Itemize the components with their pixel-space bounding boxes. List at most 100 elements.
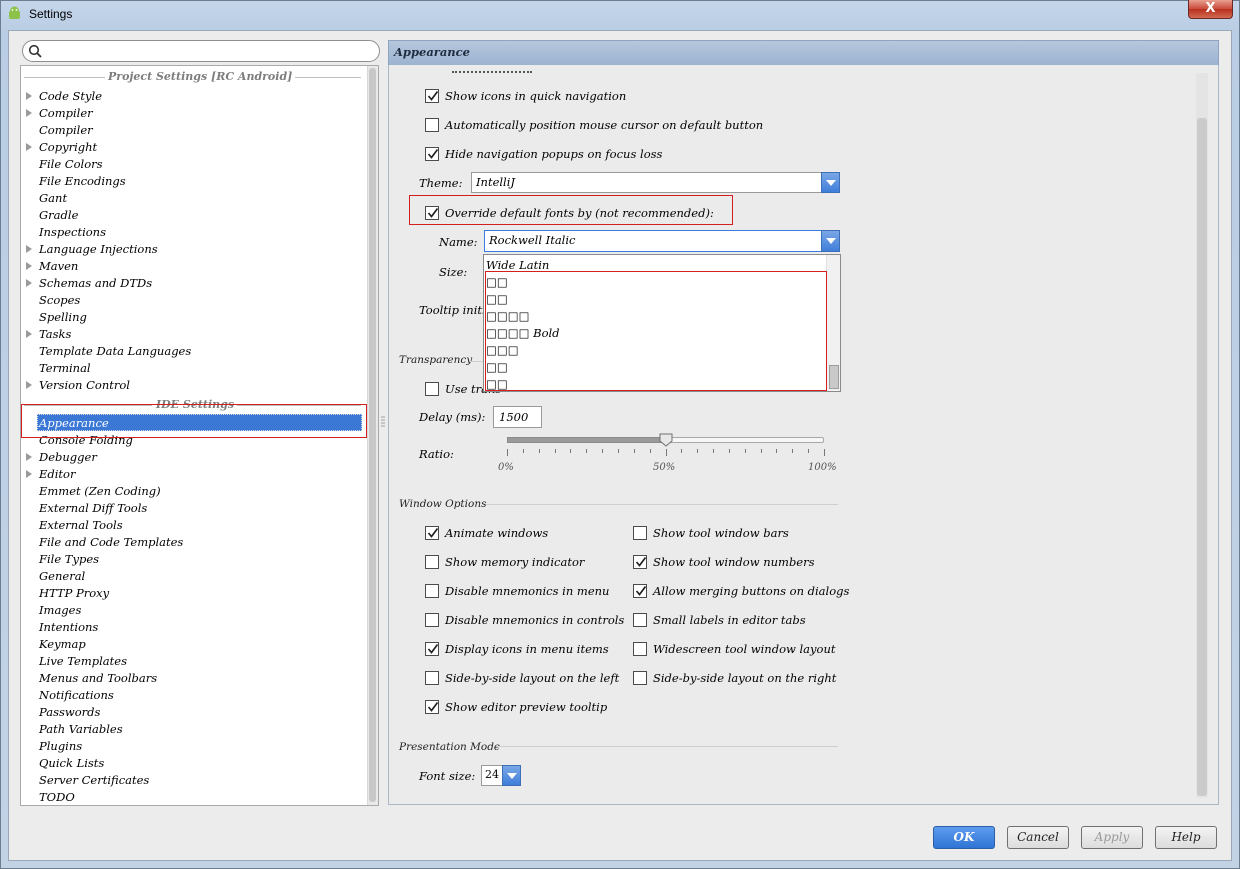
tree-item-tasks[interactable]: Tasks xyxy=(39,326,71,343)
delay-input[interactable]: 1500 xyxy=(493,406,542,428)
allow-merging-buttons-checkbox[interactable] xyxy=(633,584,647,598)
expand-arrow-icon[interactable] xyxy=(26,381,32,389)
tree-item-live-templates[interactable]: Live Templates xyxy=(39,653,127,670)
tree-item-scopes[interactable]: Scopes xyxy=(39,292,80,309)
tree-item-gant[interactable]: Gant xyxy=(39,190,67,207)
close-window-button[interactable]: X xyxy=(1188,0,1233,19)
expand-arrow-icon[interactable] xyxy=(26,453,32,461)
tree-item-language-injections[interactable]: Language Injections xyxy=(39,241,158,258)
tree-item-passwords[interactable]: Passwords xyxy=(39,704,100,721)
slider-tick xyxy=(539,449,540,453)
tree-item-plugins[interactable]: Plugins xyxy=(39,738,82,755)
expand-arrow-icon[interactable] xyxy=(26,279,32,287)
disable-mnemonics-controls-checkbox[interactable] xyxy=(425,613,439,627)
section-divider xyxy=(486,504,838,505)
tree-item-intentions[interactable]: Intentions xyxy=(39,619,98,636)
font-option[interactable]: Wide Latin xyxy=(486,258,549,272)
expand-arrow-icon[interactable] xyxy=(26,262,32,270)
tree-item-gradle[interactable]: Gradle xyxy=(39,207,78,224)
tree-item-external-tools[interactable]: External Tools xyxy=(39,517,123,534)
animate-windows-checkbox[interactable] xyxy=(425,526,439,540)
tree-item-copyright[interactable]: Copyright xyxy=(39,139,97,156)
side-by-side-left-checkbox[interactable] xyxy=(425,671,439,685)
theme-combo[interactable]: IntelliJ xyxy=(471,172,840,193)
show-editor-preview-checkbox[interactable] xyxy=(425,700,439,714)
tree-item-compiler[interactable]: Compiler xyxy=(39,105,93,122)
tree-item-version-control[interactable]: Version Control xyxy=(39,377,130,394)
tree-item-inspections[interactable]: Inspections xyxy=(39,224,106,241)
disable-mnemonics-controls-label: Disable mnemonics in controls xyxy=(445,613,625,627)
tree-item-file-encodings[interactable]: File Encodings xyxy=(39,173,126,190)
annotation-highlight-box xyxy=(21,404,367,438)
panel-scrollbar-thumb[interactable] xyxy=(1197,118,1207,796)
widescreen-layout-checkbox[interactable] xyxy=(633,642,647,656)
expand-arrow-icon[interactable] xyxy=(26,245,32,253)
settings-search-input[interactable] xyxy=(22,40,380,62)
expand-arrow-icon[interactable] xyxy=(26,330,32,338)
tree-item-external-diff-tools[interactable]: External Diff Tools xyxy=(39,500,147,517)
tree-item-emmet-zen-coding[interactable]: Emmet (Zen Coding) xyxy=(39,483,161,500)
show-icons-quick-nav-checkbox[interactable] xyxy=(425,89,439,103)
checkmark-icon xyxy=(427,527,439,538)
show-tool-window-bars-checkbox[interactable] xyxy=(633,526,647,540)
expand-arrow-icon[interactable] xyxy=(26,109,32,117)
show-memory-checkbox[interactable] xyxy=(425,555,439,569)
tree-item-file-and-code-templates[interactable]: File and Code Templates xyxy=(39,534,183,551)
tree-item-maven[interactable]: Maven xyxy=(39,258,78,275)
tree-item-debugger[interactable]: Debugger xyxy=(39,449,97,466)
chevron-down-icon[interactable] xyxy=(821,230,840,252)
font-name-combo[interactable]: Rockwell Italic xyxy=(484,230,840,252)
cancel-button[interactable]: Cancel xyxy=(1007,826,1069,849)
slider-tick xyxy=(761,449,762,453)
hide-nav-popups-checkbox[interactable] xyxy=(425,147,439,161)
font-name-label: Name: xyxy=(439,235,478,249)
use-transparent-checkbox[interactable] xyxy=(425,382,439,396)
display-icons-menu-checkbox[interactable] xyxy=(425,642,439,656)
tree-item-notifications[interactable]: Notifications xyxy=(39,687,114,704)
tree-item-template-data-languages[interactable]: Template Data Languages xyxy=(39,343,191,360)
project-settings-group-title: Project Settings [RC Android] xyxy=(105,70,296,83)
tree-item-server-certificates[interactable]: Server Certificates xyxy=(39,772,149,789)
tree-item-keymap[interactable]: Keymap xyxy=(39,636,86,653)
tree-item-file-colors[interactable]: File Colors xyxy=(39,156,103,173)
tree-item-schemas-and-dtds[interactable]: Schemas and DTDs xyxy=(39,275,152,292)
tree-item-general[interactable]: General xyxy=(39,568,85,585)
chevron-down-icon[interactable] xyxy=(502,765,521,786)
show-tool-window-numbers-checkbox[interactable] xyxy=(633,555,647,569)
theme-label: Theme: xyxy=(419,176,463,190)
tree-item-editor[interactable]: Editor xyxy=(39,466,75,483)
small-labels-checkbox[interactable] xyxy=(633,613,647,627)
disable-mnemonics-menu-checkbox[interactable] xyxy=(425,584,439,598)
apply-button[interactable]: Apply xyxy=(1081,826,1143,849)
tree-item-spelling[interactable]: Spelling xyxy=(39,309,87,326)
help-button[interactable]: Help xyxy=(1155,826,1217,849)
tree-item-menus-and-toolbars[interactable]: Menus and Toolbars xyxy=(39,670,157,687)
ok-button[interactable]: OK xyxy=(933,826,995,849)
slider-thumb[interactable] xyxy=(659,433,673,447)
tree-item-images[interactable]: Images xyxy=(39,602,81,619)
expand-arrow-icon[interactable] xyxy=(26,470,32,478)
tree-item-code-style[interactable]: Code Style xyxy=(39,88,102,105)
tree-item-terminal[interactable]: Terminal xyxy=(39,360,91,377)
expand-arrow-icon[interactable] xyxy=(26,92,32,100)
tree-item-file-types[interactable]: File Types xyxy=(39,551,99,568)
tree-item-todo[interactable]: TODO xyxy=(39,789,75,806)
tree-item-quick-lists[interactable]: Quick Lists xyxy=(39,755,104,772)
auto-position-mouse-checkbox[interactable] xyxy=(425,118,439,132)
expand-arrow-icon[interactable] xyxy=(26,143,32,151)
chevron-down-icon[interactable] xyxy=(821,172,840,193)
tree-scrollbar-thumb[interactable] xyxy=(369,68,376,802)
tree-item-compiler[interactable]: Compiler xyxy=(39,122,93,139)
presentation-font-size-combo[interactable]: 24 xyxy=(481,765,521,786)
dropdown-scrollbar[interactable] xyxy=(826,255,840,391)
splitter-grip[interactable] xyxy=(380,415,386,429)
dropdown-scrollbar-thumb[interactable] xyxy=(829,365,839,389)
slider-tick xyxy=(808,449,809,453)
panel-title: Appearance xyxy=(394,45,470,59)
transparency-section-title: Transparency xyxy=(399,354,473,366)
slider-tick xyxy=(776,449,777,453)
tree-item-path-variables[interactable]: Path Variables xyxy=(39,721,123,738)
side-by-side-right-checkbox[interactable] xyxy=(633,671,647,685)
tree-item-http-proxy[interactable]: HTTP Proxy xyxy=(39,585,109,602)
window-options-section-title: Window Options xyxy=(399,498,487,510)
